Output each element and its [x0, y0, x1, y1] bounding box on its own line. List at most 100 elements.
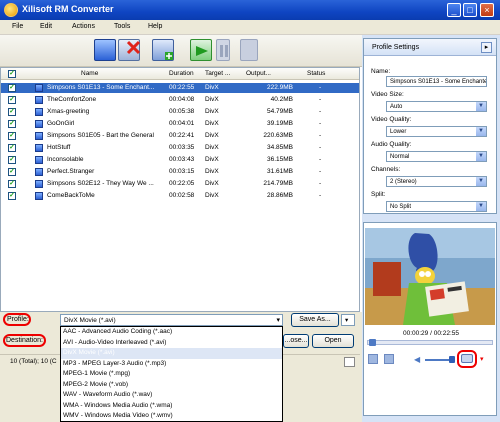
video-size-label: Video Size: [371, 91, 404, 98]
pause-icon[interactable] [216, 39, 230, 61]
row-checkbox[interactable]: ✓ [8, 120, 16, 128]
audio-quality-select[interactable]: Normal ▼ [386, 151, 487, 162]
profile-option[interactable]: MPEG-1 Movie (*.mpg) [61, 369, 282, 380]
column-duration[interactable]: Duration [169, 70, 194, 77]
row-checkbox[interactable]: ✓ [8, 108, 16, 116]
chevron-down-icon: ▼ [476, 177, 486, 186]
menu-file[interactable]: File [12, 23, 23, 30]
row-target[interactable]: DivX [205, 156, 219, 163]
row-target[interactable]: DivX [205, 132, 219, 139]
table-row[interactable]: ✓ TheComfortZone 00:04:08 DivX 40.2MB - [1, 95, 359, 105]
profile-option-selected[interactable]: DivX Movie (*.avi) [61, 348, 282, 359]
table-row[interactable]: ✓ Inconsolable 00:03:43 DivX 36.15MB - [1, 155, 359, 165]
destination-label: Destination: [6, 337, 43, 344]
row-status: - [319, 84, 322, 91]
video-size-select[interactable]: Auto ▼ [386, 101, 487, 112]
save-as-button[interactable]: Save As... [291, 313, 339, 327]
table-row[interactable]: ✓ HotStuff 00:03:35 DivX 34.85MB - [1, 143, 359, 153]
log-icon[interactable] [344, 357, 355, 367]
audio-quality-label: Audio Quality: [371, 141, 412, 148]
name-field[interactable]: Simpsons S01E13 - Some Enchanted Evening [386, 76, 487, 87]
profile-option[interactable]: WMV - Windows Media Video (*.wmv) [61, 411, 282, 422]
row-status: - [319, 192, 322, 199]
row-checkbox[interactable]: ✓ [8, 144, 16, 152]
profile-settings-header: Profile Settings ▸ [364, 39, 496, 56]
minimize-button[interactable]: _ [447, 3, 461, 17]
row-checkbox[interactable]: ✓ [8, 132, 16, 140]
row-checkbox[interactable]: ✓ [8, 156, 16, 164]
column-output[interactable]: Output... [246, 70, 271, 77]
row-target[interactable]: DivX [205, 144, 219, 151]
open-button[interactable]: Open [312, 334, 354, 348]
volume-handle[interactable] [449, 356, 455, 363]
audio-quality-value: Normal [390, 154, 410, 160]
seek-handle[interactable] [369, 339, 376, 346]
file-list-header: ✓ Name Duration Target ... Output... Sta… [1, 68, 359, 80]
menu-help[interactable]: Help [148, 23, 162, 30]
row-duration: 00:03:35 [169, 144, 195, 151]
menu-tools[interactable]: Tools [114, 23, 130, 30]
profile-option[interactable]: MPEG-2 Movie (*.vob) [61, 380, 282, 391]
select-all-checkbox[interactable]: ✓ [8, 70, 16, 78]
profile-option[interactable]: WMA - Windows Media Audio (*.wma) [61, 401, 282, 412]
collapse-icon[interactable]: ▸ [481, 42, 492, 53]
table-row[interactable]: ✓ Simpsons S02E12 - They Way We ... 00:2… [1, 179, 359, 189]
row-status: - [319, 168, 322, 175]
profile-select[interactable]: DivX Movie (*.avi) ▾ [60, 314, 283, 326]
chevron-down-icon[interactable]: ▾ [276, 316, 280, 324]
volume-icon[interactable]: ◀ [414, 355, 422, 364]
table-row[interactable]: ✓ Simpsons S01E05 - Bart the General 00:… [1, 131, 359, 141]
video-file-icon [35, 108, 43, 116]
remove-file-icon[interactable] [118, 39, 141, 61]
row-checkbox[interactable]: ✓ [8, 168, 16, 176]
row-checkbox[interactable]: ✓ [8, 84, 16, 92]
column-target[interactable]: Target ... [205, 70, 230, 77]
row-checkbox[interactable]: ✓ [8, 192, 16, 200]
toolbar [0, 35, 362, 67]
channels-select[interactable]: 2 (Stereo) ▼ [386, 176, 487, 187]
camera-snapshot-icon[interactable] [461, 354, 473, 363]
video-quality-select[interactable]: Lower ▼ [386, 126, 487, 137]
profile-option[interactable]: WAV - Waveform Audio (*.wav) [61, 390, 282, 401]
profile-settings-panel: Profile Settings ▸ Name: Simpsons S01E13… [363, 38, 497, 214]
profile-option[interactable]: MP3 - MPEG Layer-3 Audio (*.mp3) [61, 359, 282, 370]
stop-playback-icon[interactable] [384, 354, 394, 364]
menu-actions[interactable]: Actions [72, 23, 95, 30]
table-row[interactable]: ✓ GoOnGirl 00:04:01 DivX 39.19MB - [1, 119, 359, 129]
menu-edit[interactable]: Edit [40, 23, 52, 30]
row-duration: 00:04:01 [169, 120, 195, 127]
row-target[interactable]: DivX [205, 108, 219, 115]
profile-option[interactable]: AVI - Audio-Video Interleaved (*.avi) [61, 338, 282, 349]
profile-option[interactable]: AAC - Advanced Audio Coding (*.aac) [61, 327, 282, 338]
preview-timecode: 00:00:29 / 00:22:55 [402, 330, 460, 337]
split-select[interactable]: No Split ▼ [386, 201, 487, 212]
play-icon[interactable] [368, 354, 378, 364]
table-row[interactable]: ✓ Simpsons S01E13 - Some Enchant... 00:2… [1, 83, 359, 93]
browse-button[interactable]: ...ose... [283, 334, 309, 348]
chevron-down-icon: ▼ [476, 102, 486, 111]
convert-icon[interactable] [190, 39, 212, 61]
table-row[interactable]: ✓ Perfect.Stranger 00:03:15 DivX 31.61MB… [1, 167, 359, 177]
row-target[interactable]: DivX [205, 168, 219, 175]
maximize-button[interactable]: □ [463, 3, 477, 17]
close-button[interactable]: × [480, 3, 494, 17]
seek-bar[interactable] [367, 340, 493, 345]
row-target[interactable]: DivX [205, 192, 219, 199]
column-name[interactable]: Name [81, 70, 98, 77]
row-target[interactable]: DivX [205, 120, 219, 127]
column-status[interactable]: Status [307, 70, 325, 77]
snapshot-dropdown-icon[interactable]: ▾ [480, 355, 488, 363]
row-target[interactable]: DivX [205, 84, 219, 91]
stop-icon[interactable] [240, 39, 258, 61]
row-target[interactable]: DivX [205, 96, 219, 103]
save-as-dropdown[interactable]: ▾ [341, 314, 355, 326]
channels-value: 2 (Stereo) [390, 179, 417, 185]
profile-select-value: DivX Movie (*.avi) [64, 317, 116, 324]
add-profile-icon[interactable] [152, 39, 174, 61]
table-row[interactable]: ✓ Xmas-greeting 00:05:38 DivX 54.79MB - [1, 107, 359, 117]
table-row[interactable]: ✓ ComeBackToMe 00:02:58 DivX 28.86MB - [1, 191, 359, 201]
row-checkbox[interactable]: ✓ [8, 180, 16, 188]
row-target[interactable]: DivX [205, 180, 219, 187]
add-file-icon[interactable] [94, 39, 116, 61]
row-checkbox[interactable]: ✓ [8, 96, 16, 104]
